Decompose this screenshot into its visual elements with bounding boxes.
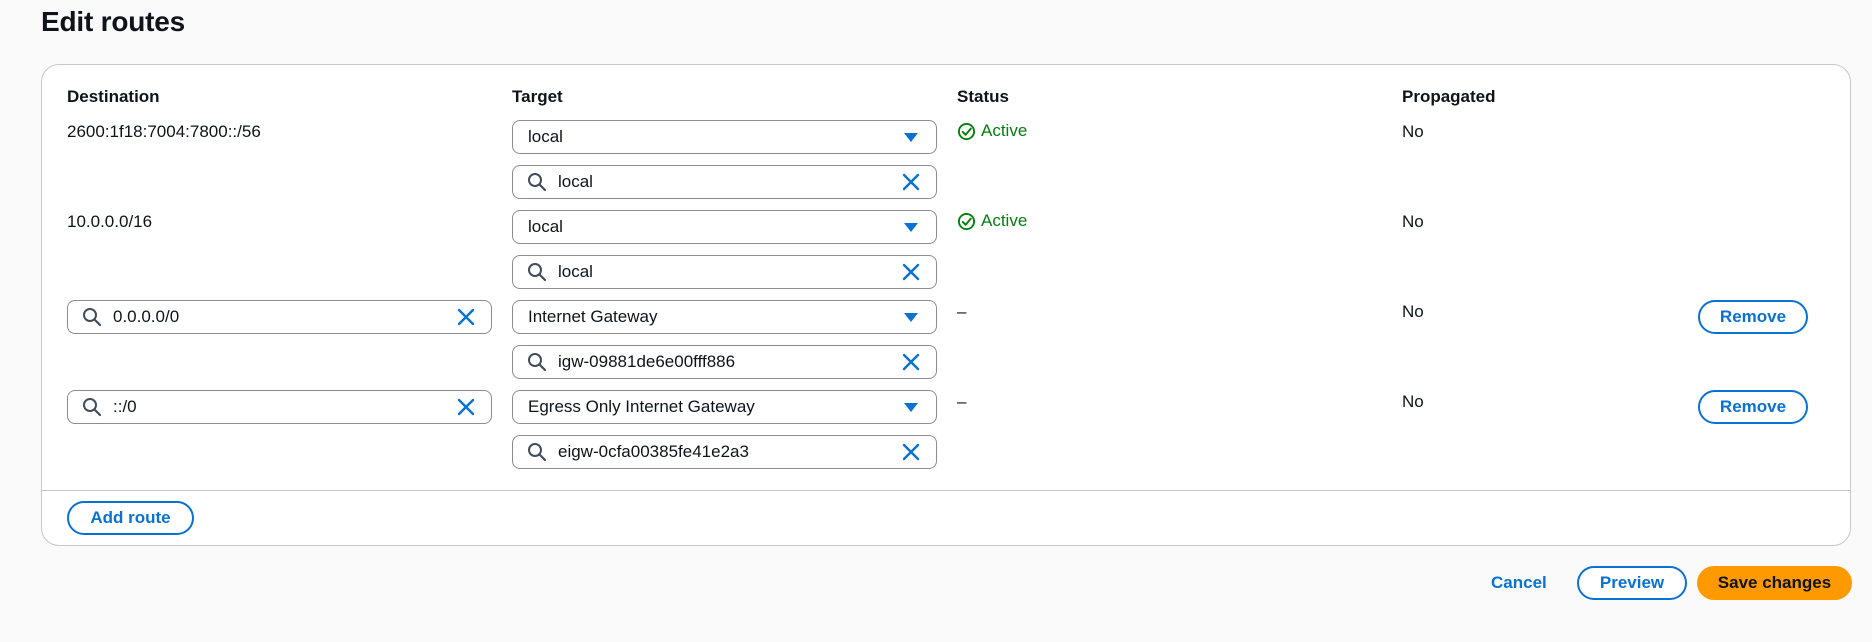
- target-type-value: Internet Gateway: [528, 307, 658, 326]
- propagated-text: No: [1402, 392, 1424, 411]
- destination-value: 0.0.0.0/0: [113, 307, 180, 326]
- route-destination-text: 10.0.0.0/16: [67, 212, 153, 231]
- column-header-propagated: Propagated: [1402, 87, 1496, 106]
- search-icon: [528, 353, 547, 372]
- remove-route-button[interactable]: Remove: [1698, 390, 1808, 424]
- target-type-select[interactable]: Internet Gateway: [512, 300, 937, 334]
- target-type-value: local: [528, 217, 563, 236]
- cancel-button[interactable]: Cancel: [1491, 573, 1547, 593]
- column-header-destination: Destination: [67, 87, 160, 106]
- status-badge: Active: [957, 211, 1027, 231]
- status-badge: Active: [957, 121, 1027, 141]
- save-changes-button[interactable]: Save changes: [1697, 566, 1852, 600]
- status-text: Active: [981, 121, 1028, 140]
- search-icon: [528, 173, 547, 192]
- propagated-text: No: [1402, 122, 1424, 141]
- search-icon: [528, 443, 547, 462]
- caret-down-icon: [904, 222, 918, 232]
- destination-search[interactable]: 0.0.0.0/0: [67, 300, 492, 334]
- caret-down-icon: [904, 132, 918, 142]
- close-icon[interactable]: [455, 306, 477, 328]
- add-route-button[interactable]: Add route: [67, 501, 194, 535]
- preview-button[interactable]: Preview: [1577, 566, 1687, 600]
- remove-route-button[interactable]: Remove: [1698, 300, 1808, 334]
- target-type-select[interactable]: Egress Only Internet Gateway: [512, 390, 937, 424]
- propagated-text: No: [1402, 302, 1424, 321]
- target-id-search[interactable]: local: [512, 165, 937, 199]
- target-id-search[interactable]: eigw-0cfa00385fe41e2a3: [512, 435, 937, 469]
- target-id-value: local: [558, 172, 593, 191]
- target-id-search[interactable]: local: [512, 255, 937, 289]
- caret-down-icon: [904, 312, 918, 322]
- panel-divider: [42, 490, 1850, 491]
- close-icon[interactable]: [900, 171, 922, 193]
- destination-value: ::/0: [113, 397, 137, 416]
- propagated-text: No: [1402, 212, 1424, 231]
- target-id-search[interactable]: igw-09881de6e00fff886: [512, 345, 937, 379]
- close-icon[interactable]: [900, 441, 922, 463]
- close-icon[interactable]: [455, 396, 477, 418]
- status-text: –: [957, 302, 967, 321]
- target-id-value: local: [558, 262, 593, 281]
- target-id-value: igw-09881de6e00fff886: [558, 352, 736, 371]
- search-icon: [528, 263, 547, 282]
- status-text: –: [957, 392, 967, 411]
- column-header-target: Target: [512, 87, 563, 106]
- target-type-value: Egress Only Internet Gateway: [528, 397, 755, 416]
- check-circle-icon: [957, 212, 976, 230]
- search-icon: [83, 398, 102, 417]
- column-header-status: Status: [957, 87, 1009, 106]
- target-type-value: local: [528, 127, 563, 146]
- caret-down-icon: [904, 402, 918, 412]
- target-id-value: eigw-0cfa00385fe41e2a3: [558, 442, 749, 461]
- target-type-select[interactable]: local: [512, 120, 937, 154]
- close-icon[interactable]: [900, 351, 922, 373]
- close-icon[interactable]: [900, 261, 922, 283]
- check-circle-icon: [957, 122, 976, 140]
- search-icon: [83, 308, 102, 327]
- status-text: Active: [981, 211, 1028, 230]
- target-type-select[interactable]: local: [512, 210, 937, 244]
- page-title: Edit routes: [41, 6, 186, 37]
- route-destination-text: 2600:1f18:7004:7800::/56: [67, 122, 261, 141]
- destination-search[interactable]: ::/0: [67, 390, 492, 424]
